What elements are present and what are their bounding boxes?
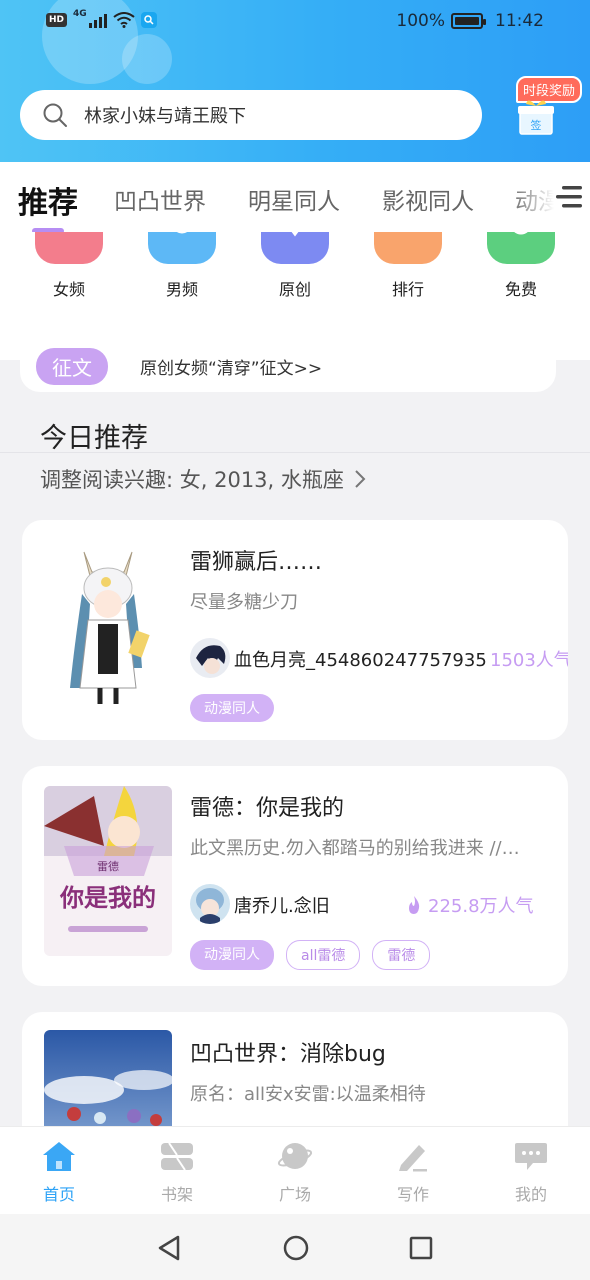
wifi-icon	[113, 12, 135, 28]
reading-preferences-link[interactable]: 调整阅读兴趣: 女, 2013, 水瓶座	[40, 464, 366, 494]
book-tags: 动漫同人 all雷德 雷德	[190, 940, 431, 970]
search-input[interactable]: 林家小妹与靖王殿下	[20, 90, 482, 140]
tab-celebrity[interactable]: 明星同人	[248, 182, 340, 216]
bookshelf-icon	[161, 1142, 193, 1171]
chevron-right-icon	[355, 470, 366, 488]
popularity-count: 225.8万人气	[406, 892, 534, 918]
book-title: 雷狮赢后……	[190, 550, 323, 575]
nav-label: 广场	[278, 1185, 311, 1204]
author-name: 唐乔儿.念旧	[234, 896, 330, 917]
popularity-text: 225.8万人气	[428, 896, 534, 917]
app-search-icon	[140, 12, 157, 28]
tag[interactable]: all雷德	[286, 940, 361, 970]
contest-banner[interactable]: 征文 原创女频“清穿”征文>>	[20, 340, 556, 392]
checkin-button[interactable]: 时段奖励 签	[506, 74, 583, 140]
hd-badge: HD	[46, 13, 68, 27]
popularity-text: 1503人气	[490, 650, 568, 671]
network-label: 4G	[73, 9, 87, 19]
book-tags: 动漫同人	[190, 694, 274, 722]
nav-home[interactable]: 首页	[14, 1139, 104, 1205]
menu-icon[interactable]	[554, 184, 584, 210]
tag[interactable]: 动漫同人	[190, 940, 274, 970]
nav-label: 写作	[396, 1185, 429, 1204]
header: HD 4G 100% 11:42 林家小妹与靖王殿下 时段奖励 签	[0, 0, 590, 162]
svg-text:你是我的: 你是我的	[59, 883, 156, 912]
signal-icon	[88, 12, 107, 28]
category-male[interactable]: 男频	[136, 232, 228, 300]
bottom-navigation: 首页 书架 广场 写作 我的	[0, 1126, 590, 1214]
nav-label: 我的	[514, 1185, 547, 1204]
section-title: 今日推荐	[40, 423, 148, 454]
status-bar: HD 4G 100% 11:42	[0, 0, 590, 44]
category-female[interactable]: 女频	[23, 232, 115, 300]
category-free[interactable]: 免费	[475, 232, 567, 300]
search-query: 林家小妹与靖王殿下	[84, 106, 246, 127]
category-label: 排行	[391, 280, 424, 299]
tag[interactable]: 动漫同人	[190, 694, 274, 722]
nav-profile[interactable]: 我的	[486, 1139, 576, 1205]
svg-text:雷德: 雷德	[97, 859, 119, 873]
system-navigation	[0, 1214, 590, 1280]
nav-label: 书架	[160, 1185, 193, 1204]
female-icon	[35, 232, 103, 264]
male-icon	[148, 232, 216, 264]
tab-film-tv[interactable]: 影视同人	[382, 182, 474, 216]
nav-square[interactable]: 广场	[250, 1139, 340, 1205]
preferences-text: 调整阅读兴趣: 女, 2013, 水瓶座	[40, 468, 344, 492]
back-icon[interactable]	[156, 1234, 182, 1262]
book-description: 此文黑历史.勿入都踏马的别给我进来 //…	[190, 838, 520, 859]
book-cover: 雷德 你是我的	[44, 786, 172, 956]
category-label: 免费	[504, 280, 537, 299]
home-circle-icon[interactable]	[282, 1234, 310, 1262]
book-title: 凹凸世界：消除bug	[190, 1042, 386, 1067]
chat-bubble-icon	[515, 1143, 547, 1170]
tag[interactable]: 雷德	[372, 940, 431, 970]
tab-recommend[interactable]: 推荐	[18, 178, 78, 222]
nav-label: 首页	[42, 1185, 75, 1204]
contest-text: 原创女频“清穿”征文>>	[140, 358, 323, 379]
original-icon	[261, 232, 329, 264]
book-description: 原名：all安x安雷:以温柔相待	[190, 1084, 426, 1105]
tab-aotu-world[interactable]: 凹凸世界	[114, 182, 206, 216]
author-name: 血色月亮_454860247757935	[234, 650, 487, 671]
book-title: 雷德：你是我的	[190, 796, 345, 821]
book-card[interactable]: 雷狮赢后…… 尽量多糖少刀 血色月亮_454860247757935 1503人…	[22, 520, 568, 740]
avatar	[190, 884, 230, 924]
svg-text:签: 签	[531, 118, 542, 132]
battery-icon	[451, 13, 486, 29]
flame-icon	[409, 896, 420, 914]
recents-icon[interactable]	[408, 1235, 434, 1261]
category-tabs: 推荐 凹凸世界 明星同人 影视同人 动漫	[0, 162, 590, 234]
gift-icon: 签	[518, 100, 554, 135]
home-icon	[43, 1142, 75, 1171]
book-description: 尽量多糖少刀	[190, 592, 298, 613]
pen-icon	[399, 1145, 427, 1172]
category-ranking[interactable]: 排行	[362, 232, 454, 300]
ranking-icon	[374, 232, 442, 264]
category-label: 原创	[278, 280, 311, 299]
book-cover	[44, 538, 172, 708]
category-original[interactable]: 原创	[249, 232, 341, 300]
battery-percent: 100%	[396, 11, 445, 31]
nav-bookshelf[interactable]: 书架	[132, 1139, 222, 1205]
category-label: 女频	[52, 280, 85, 299]
contest-tag: 征文	[36, 347, 108, 385]
clock: 11:42	[495, 11, 544, 31]
search-icon	[43, 103, 67, 127]
category-label: 男频	[165, 280, 198, 299]
divider	[0, 452, 590, 453]
avatar	[190, 638, 230, 678]
popularity-count: 1503人气	[490, 646, 568, 672]
nav-write[interactable]: 写作	[368, 1139, 458, 1205]
planet-icon	[277, 1143, 313, 1169]
book-card[interactable]: 雷德 你是我的 雷德：你是我的 此文黑历史.勿入都踏马的别给我进来 //… 唐乔…	[22, 766, 568, 986]
free-icon	[487, 232, 555, 264]
